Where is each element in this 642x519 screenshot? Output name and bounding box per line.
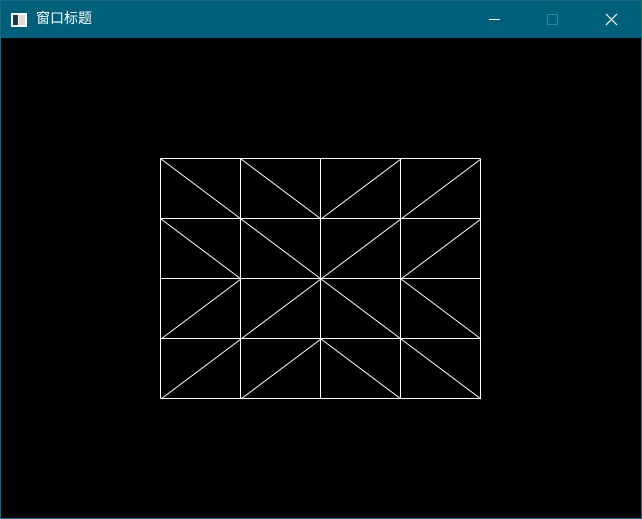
diagonal-line (160, 278, 242, 340)
title-bar[interactable]: 窗口标题 (1, 1, 641, 38)
diagonal-line (400, 158, 482, 220)
window-title: 窗口标题 (36, 11, 92, 27)
minimize-button[interactable] (465, 1, 523, 38)
diagonal-line (160, 218, 242, 280)
diagonal-line (240, 278, 322, 340)
diagonal-line (240, 218, 322, 280)
diagonal-line (320, 218, 402, 280)
window-app-icon[interactable] (11, 12, 27, 27)
close-icon (605, 13, 618, 26)
close-button[interactable] (581, 1, 641, 38)
diagonal-line (240, 338, 322, 400)
maximize-button[interactable] (523, 1, 581, 38)
diagonal-line (160, 338, 242, 400)
diagonal-line (400, 338, 482, 400)
diagonal-line (160, 158, 242, 220)
app-window: 窗口标题 (0, 0, 642, 519)
client-area (1, 38, 641, 518)
diagonal-line (320, 338, 402, 400)
diagonal-line (400, 278, 482, 340)
minimize-icon (489, 19, 500, 20)
diagonal-line (320, 278, 402, 340)
diagonal-line (400, 218, 482, 280)
diagonal-line (320, 158, 402, 220)
drawing-canvas (160, 158, 482, 400)
maximize-icon (547, 14, 558, 25)
diagonal-line (240, 158, 322, 220)
